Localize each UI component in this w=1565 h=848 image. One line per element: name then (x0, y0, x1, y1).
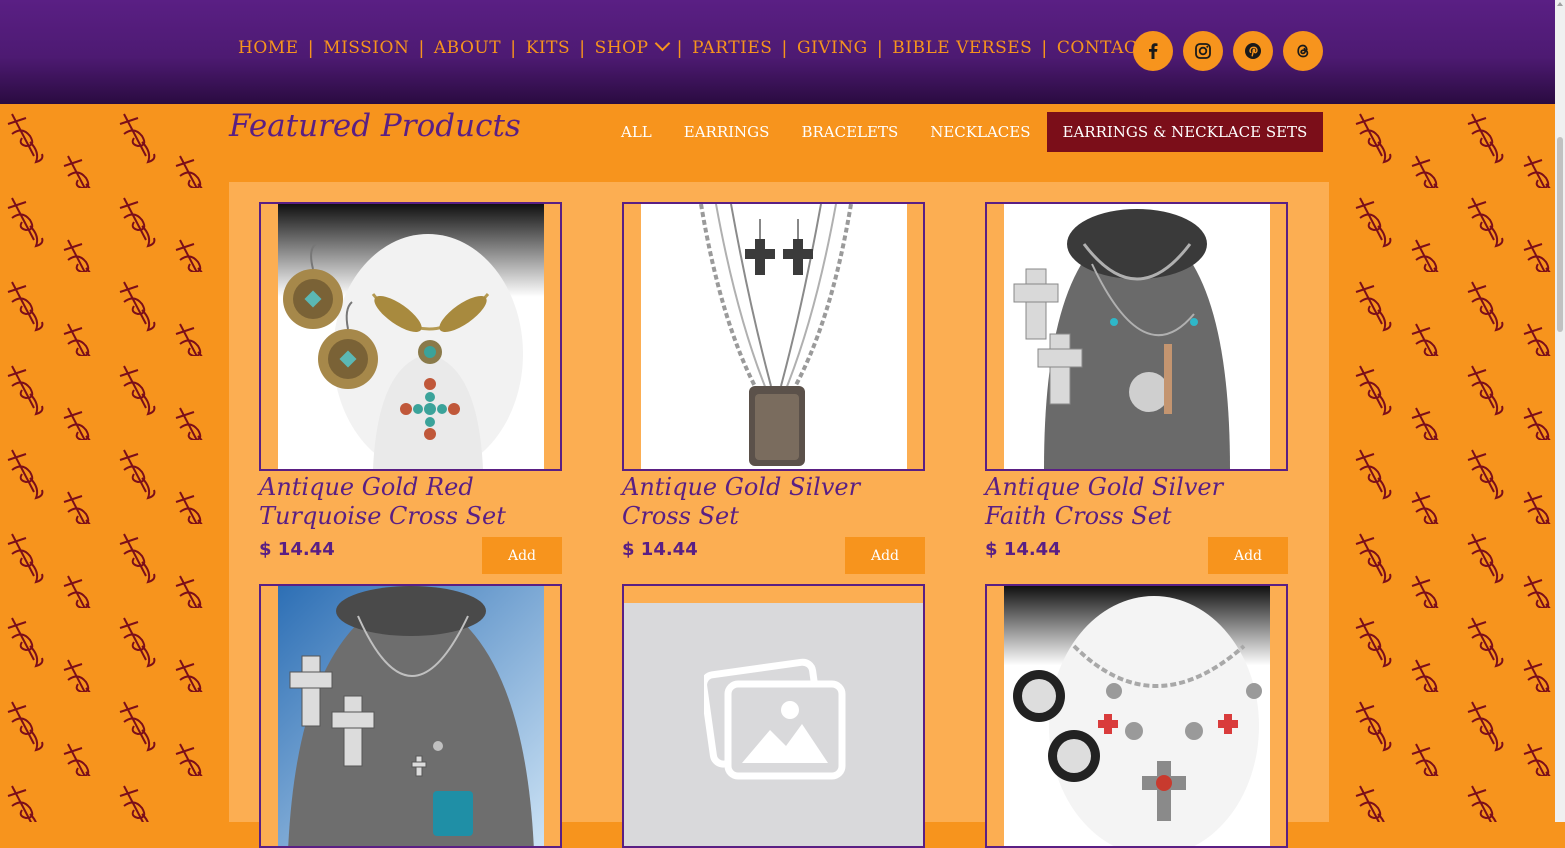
scrollbar-thumb[interactable] (1557, 137, 1563, 332)
product-image-frame[interactable] (259, 202, 562, 471)
image-placeholder-icon (704, 658, 846, 780)
nav-separator: | (418, 37, 425, 59)
instagram-link[interactable] (1183, 31, 1223, 71)
product-price: $ 14.44 (622, 539, 698, 560)
background-pattern-right (1348, 104, 1555, 822)
nav-home[interactable]: HOME (229, 38, 308, 58)
product-price: $ 14.44 (985, 539, 1061, 560)
social-links (1133, 31, 1323, 71)
filter-all[interactable]: ALL (605, 112, 668, 152)
nav-separator: | (579, 37, 586, 59)
product-image (278, 586, 544, 846)
nav-shop[interactable]: SHOP (586, 35, 677, 58)
category-filters: ALL EARRINGS BRACELETS NECKLACES EARRING… (605, 112, 1324, 152)
product-name[interactable]: Antique Gold Red Turquoise Cross Set (259, 473, 562, 531)
product-image-frame[interactable] (622, 584, 925, 848)
header: HOME | MISSION | ABOUT | KITS | SHOP | P… (0, 0, 1555, 104)
product-grid: Antique Gold Red Turquoise Cross Set $ 1… (229, 182, 1329, 848)
filter-earrings-necklace-sets[interactable]: EARRINGS & NECKLACE SETS (1046, 112, 1324, 152)
product-price: $ 14.44 (259, 539, 335, 560)
facebook-icon (1149, 43, 1158, 59)
product-card: Antique Gold Red Turquoise Cross Set $ 1… (259, 202, 562, 577)
product-card: Antique Gold Silver Faith Cross Set $ 14… (985, 202, 1288, 577)
filter-necklaces[interactable]: NECKLACES (914, 112, 1046, 152)
add-to-cart-button[interactable]: Add (1208, 537, 1288, 574)
product-image (278, 204, 544, 469)
nav-giving[interactable]: GIVING (788, 38, 877, 58)
chevron-down-icon (654, 35, 670, 52)
add-to-cart-button[interactable]: Add (845, 537, 925, 574)
nav-separator: | (1041, 37, 1048, 59)
instagram-icon (1195, 43, 1211, 59)
product-card: Antique Gold Silver Cross Set $ 14.44 Ad… (622, 202, 925, 577)
threads-link[interactable] (1283, 31, 1323, 71)
background-pattern-left (0, 104, 229, 822)
product-image-frame[interactable] (259, 584, 562, 848)
nav-shop-label: SHOP (594, 38, 649, 58)
section-title: Featured Products (229, 108, 521, 144)
nav-about[interactable]: ABOUT (425, 38, 510, 58)
nav-separator: | (781, 37, 788, 59)
product-image-frame[interactable] (985, 584, 1288, 848)
nav-parties[interactable]: PARTIES (683, 38, 781, 58)
nav-separator: | (676, 37, 684, 59)
product-image (1004, 204, 1270, 469)
add-to-cart-button[interactable]: Add (482, 537, 562, 574)
nav-separator: | (307, 37, 315, 59)
product-image-frame[interactable] (622, 202, 925, 471)
threads-icon (1297, 44, 1309, 58)
nav-separator: | (876, 37, 884, 59)
product-price-row: $ 14.44 Add (985, 537, 1288, 577)
scroll-up-arrow-icon[interactable] (1557, 2, 1563, 6)
product-card (259, 584, 562, 848)
filter-bracelets[interactable]: BRACELETS (785, 112, 914, 152)
pinterest-link[interactable] (1233, 31, 1273, 71)
product-price-row: $ 14.44 Add (259, 537, 562, 577)
product-price-row: $ 14.44 Add (622, 537, 925, 577)
cross-pattern (1348, 104, 1555, 822)
nav-bible-verses[interactable]: BIBLE VERSES (883, 38, 1041, 58)
product-image-frame[interactable] (985, 202, 1288, 471)
main-nav: HOME | MISSION | ABOUT | KITS | SHOP | P… (229, 34, 1158, 62)
product-image (641, 204, 907, 469)
cross-pattern (0, 104, 229, 822)
product-name[interactable]: Antique Gold Silver Cross Set (622, 473, 925, 531)
facebook-link[interactable] (1133, 31, 1173, 71)
page-scrollbar[interactable] (1555, 0, 1565, 822)
pinterest-icon (1245, 43, 1261, 59)
product-card (985, 584, 1288, 848)
product-image (1004, 586, 1270, 846)
filter-earrings[interactable]: EARRINGS (668, 112, 786, 152)
product-card (622, 584, 925, 848)
nav-mission[interactable]: MISSION (314, 38, 418, 58)
nav-kits[interactable]: KITS (517, 38, 579, 58)
nav-separator: | (510, 37, 517, 59)
product-name[interactable]: Antique Gold Silver Faith Cross Set (985, 473, 1288, 531)
